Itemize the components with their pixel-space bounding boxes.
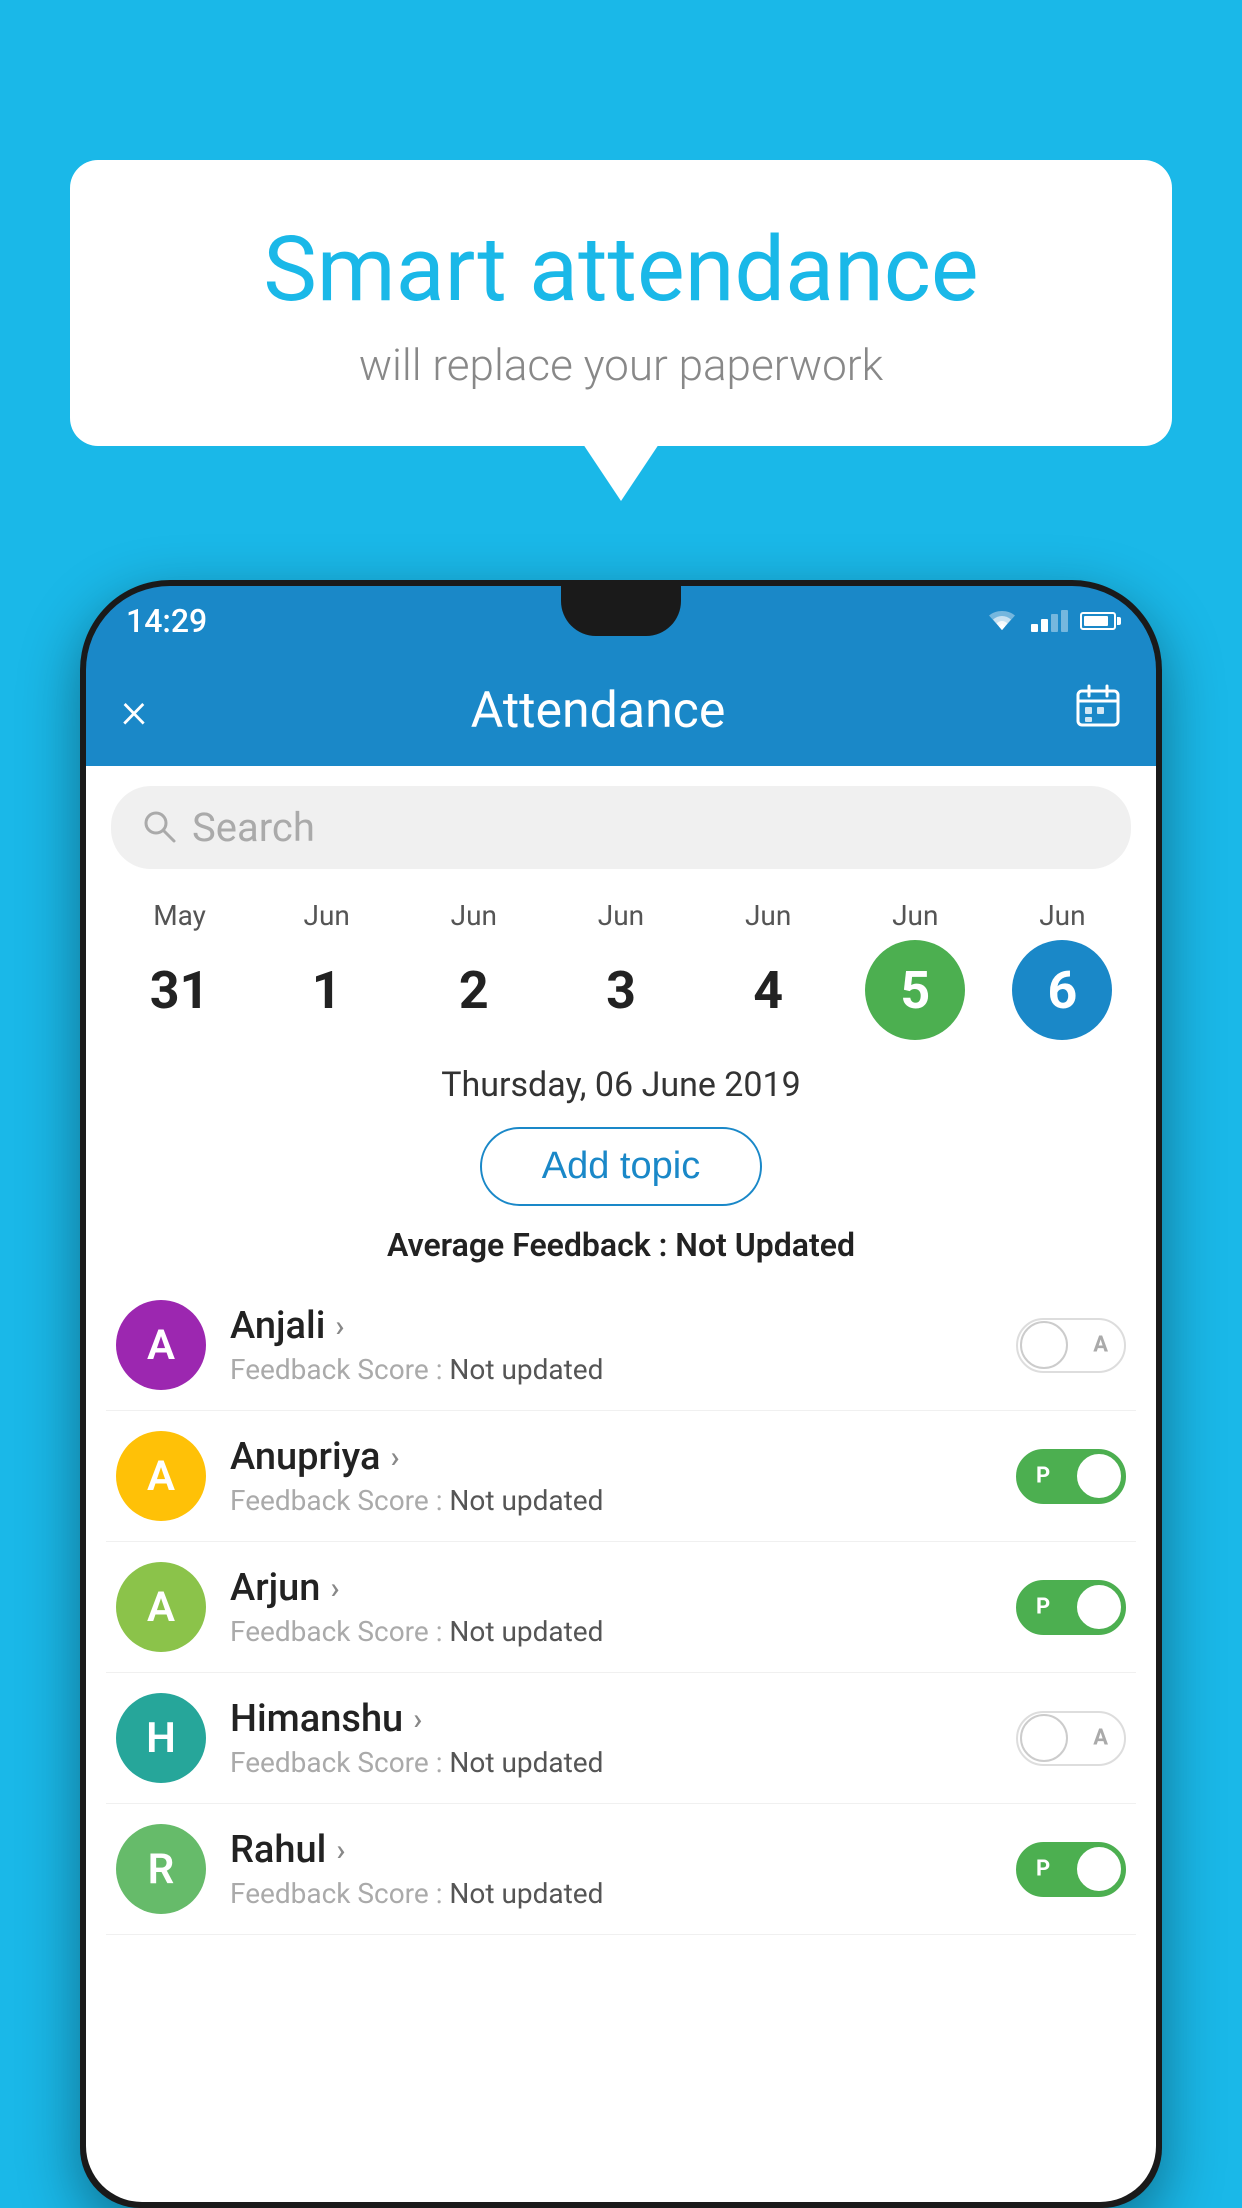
feedback-score: Feedback Score : Not updated (230, 1746, 992, 1779)
student-name[interactable]: Himanshu › (230, 1697, 992, 1741)
toggle-label: A (1093, 1333, 1108, 1358)
calendar-day[interactable]: May 31 (120, 899, 240, 1040)
search-bar[interactable]: Search (111, 786, 1131, 869)
student-name[interactable]: Rahul › (230, 1828, 992, 1872)
app-bar-title: Attendance (181, 682, 1015, 740)
student-item: A Anupriya › Feedback Score : Not updated P (106, 1411, 1136, 1542)
speech-bubble-container: Smart attendance will replace your paper… (70, 160, 1172, 446)
toggle-label: P (1036, 1464, 1050, 1489)
student-item: H Himanshu › Feedback Score : Not updated A (106, 1673, 1136, 1804)
toggle-thumb (1075, 1583, 1123, 1631)
student-name[interactable]: Anjali › (230, 1304, 992, 1348)
toggle-thumb (1020, 1714, 1068, 1762)
calendar-day[interactable]: Jun 1 (267, 899, 387, 1040)
calendar-icon[interactable] (1075, 683, 1121, 740)
student-list: AAnjali ›Feedback Score : Not updatedAAA… (86, 1280, 1156, 1935)
attendance-toggle[interactable]: P (1016, 1842, 1126, 1897)
cal-month-label: Jun (745, 899, 791, 932)
student-info: Anjali › Feedback Score : Not updated (230, 1304, 992, 1386)
search-icon (141, 808, 177, 848)
toggle-label: P (1036, 1595, 1050, 1620)
student-info: Anupriya › Feedback Score : Not updated (230, 1435, 992, 1517)
calendar-day[interactable]: Jun 3 (561, 899, 681, 1040)
avatar[interactable]: A (116, 1562, 206, 1652)
close-button[interactable]: × (121, 682, 181, 740)
avg-feedback: Average Feedback : Not Updated (86, 1218, 1156, 1280)
toggle-label: A (1093, 1726, 1108, 1751)
calendar-day[interactable]: Jun 5 (855, 899, 975, 1040)
toggle-track: P (1016, 1580, 1126, 1635)
calendar-day[interactable]: Jun 4 (708, 899, 828, 1040)
cal-month-label: Jun (892, 899, 938, 932)
feedback-score: Feedback Score : Not updated (230, 1615, 992, 1648)
cal-date-number: 1 (277, 940, 377, 1040)
toggle-thumb (1075, 1845, 1123, 1893)
app-bar: × Attendance (86, 656, 1156, 766)
calendar-strip: May 31 Jun 1 Jun 2 Jun 3 Jun 4 Jun 5 Jun 6 (86, 884, 1156, 1045)
signal-icon (1031, 610, 1068, 632)
cal-month-label: Jun (451, 899, 497, 932)
toggle-track: A (1016, 1711, 1126, 1766)
student-item: A Anjali › Feedback Score : Not updated A (106, 1280, 1136, 1411)
selected-date: Thursday, 06 June 2019 (86, 1045, 1156, 1115)
chevron-icon: › (413, 1702, 422, 1737)
student-item: R Rahul › Feedback Score : Not updated P (106, 1804, 1136, 1935)
cal-date-number: 4 (718, 940, 818, 1040)
feedback-score: Feedback Score : Not updated (230, 1353, 992, 1386)
toggle-thumb (1020, 1321, 1068, 1369)
cal-date-number: 3 (571, 940, 671, 1040)
speech-bubble: Smart attendance will replace your paper… (70, 160, 1172, 446)
feedback-score: Feedback Score : Not updated (230, 1877, 992, 1910)
status-icons (985, 608, 1116, 634)
toggle-label: P (1036, 1857, 1050, 1882)
toggle-track: P (1016, 1842, 1126, 1897)
avatar[interactable]: R (116, 1824, 206, 1914)
chevron-icon: › (330, 1571, 339, 1606)
phone-frame: 14:29 (80, 580, 1162, 2208)
cal-month-label: Jun (1039, 899, 1085, 932)
toggle-track: A (1016, 1318, 1126, 1373)
student-name[interactable]: Arjun › (230, 1566, 992, 1610)
search-input-placeholder: Search (192, 804, 315, 851)
student-item: A Arjun › Feedback Score : Not updated P (106, 1542, 1136, 1673)
chevron-icon: › (390, 1440, 399, 1475)
avg-feedback-value: Not Updated (675, 1226, 855, 1264)
cal-date-number: 6 (1012, 940, 1112, 1040)
phone-inner: 14:29 (86, 586, 1156, 2202)
chevron-icon: › (336, 1833, 345, 1868)
cal-date-number: 5 (865, 940, 965, 1040)
calendar-day[interactable]: Jun 6 (1002, 899, 1122, 1040)
status-bar: 14:29 (86, 586, 1156, 656)
cal-date-number: 31 (130, 940, 230, 1040)
wifi-icon (985, 608, 1019, 634)
avatar[interactable]: H (116, 1693, 206, 1783)
student-name[interactable]: Anupriya › (230, 1435, 992, 1479)
attendance-toggle[interactable]: A (1016, 1318, 1126, 1373)
attendance-toggle[interactable]: P (1016, 1580, 1126, 1635)
phone-screen: Search May 31 Jun 1 Jun 2 Jun 3 Jun 4 Jun 5 Jun 6 Thu… (86, 766, 1156, 2202)
cal-month-label: Jun (304, 899, 350, 932)
speech-bubble-subtitle: will replace your paperwork (130, 339, 1112, 391)
calendar-day[interactable]: Jun 2 (414, 899, 534, 1040)
chevron-icon: › (335, 1309, 344, 1344)
attendance-toggle[interactable]: A (1016, 1711, 1126, 1766)
attendance-toggle[interactable]: P (1016, 1449, 1126, 1504)
add-topic-button[interactable]: Add topic (480, 1127, 762, 1206)
battery-icon (1080, 612, 1116, 630)
cal-date-number: 2 (424, 940, 524, 1040)
avatar[interactable]: A (116, 1300, 206, 1390)
status-time: 14:29 (126, 602, 207, 640)
student-info: Himanshu › Feedback Score : Not updated (230, 1697, 992, 1779)
student-info: Rahul › Feedback Score : Not updated (230, 1828, 992, 1910)
toggle-track: P (1016, 1449, 1126, 1504)
speech-bubble-title: Smart attendance (130, 220, 1112, 319)
cal-month-label: Jun (598, 899, 644, 932)
student-info: Arjun › Feedback Score : Not updated (230, 1566, 992, 1648)
feedback-score: Feedback Score : Not updated (230, 1484, 992, 1517)
cal-month-label: May (153, 899, 206, 932)
avatar[interactable]: A (116, 1431, 206, 1521)
phone-notch (561, 586, 681, 636)
toggle-thumb (1075, 1452, 1123, 1500)
